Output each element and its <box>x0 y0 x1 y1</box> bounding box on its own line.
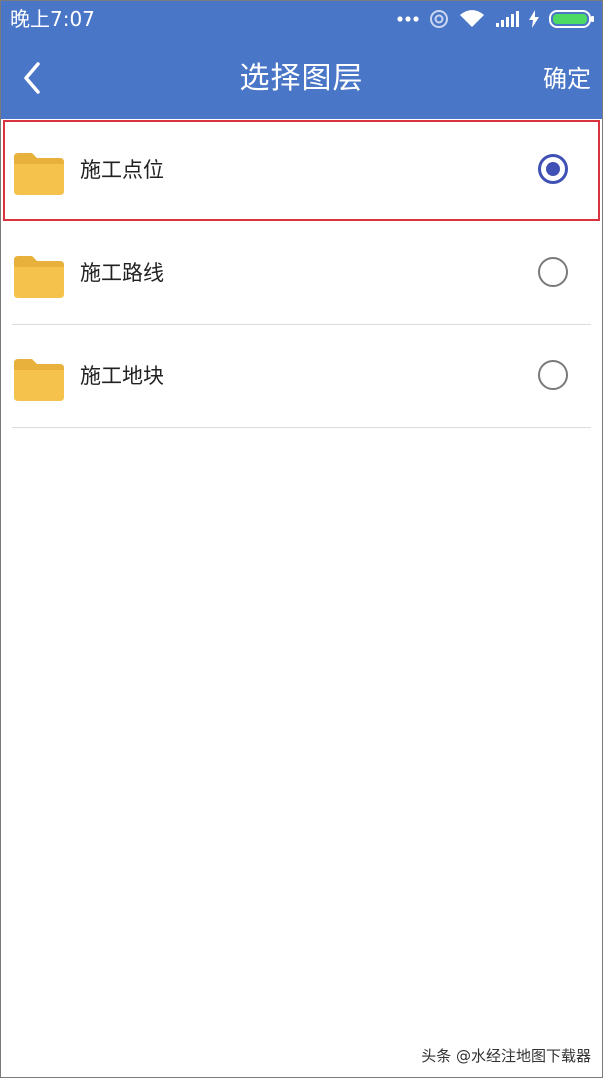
layer-list: 施工点位 施工路线 施工地块 <box>0 119 603 428</box>
layer-radio[interactable] <box>538 360 568 390</box>
layer-label: 施工路线 <box>80 261 164 285</box>
status-bar: 晚上7:07 <box>0 0 603 38</box>
page-title: 选择图层 <box>239 61 364 96</box>
status-icons <box>397 6 595 32</box>
layer-item-construction-routes[interactable]: 施工路线 <box>0 222 603 325</box>
folder-icon <box>14 256 64 298</box>
layer-label: 施工点位 <box>80 158 164 182</box>
status-time: 晚上7:07 <box>10 7 95 31</box>
folder-icon <box>14 153 64 195</box>
layer-radio[interactable] <box>538 257 568 287</box>
layer-item-construction-plots[interactable]: 施工地块 <box>0 325 603 428</box>
signal-icon <box>496 11 519 27</box>
layer-radio-selected[interactable] <box>538 154 568 184</box>
layer-item-construction-points[interactable]: 施工点位 <box>2 119 601 222</box>
confirm-button[interactable]: 确定 <box>543 63 591 95</box>
wifi-icon <box>460 10 484 27</box>
folder-icon <box>14 359 64 401</box>
divider <box>12 427 591 428</box>
charging-icon <box>529 10 539 28</box>
watermark-text: 头条 @水经注地图下载器 <box>421 1047 591 1065</box>
battery-icon <box>549 10 594 28</box>
nav-bar: 选择图层 确定 <box>0 38 603 119</box>
more-dots-icon <box>397 16 419 22</box>
sync-icon <box>430 10 448 28</box>
layer-label: 施工地块 <box>80 364 164 388</box>
